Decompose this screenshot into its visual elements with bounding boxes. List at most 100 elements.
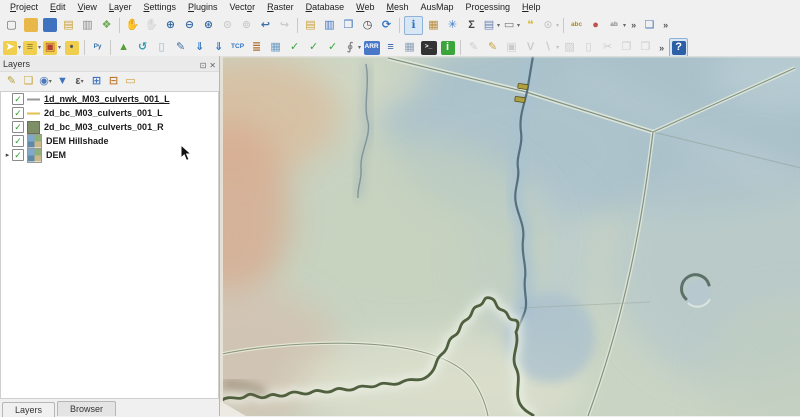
- check-mesh-button[interactable]: ✓: [324, 39, 341, 56]
- zoom-out-button[interactable]: ⊖: [181, 17, 198, 34]
- layer-visibility-checkbox[interactable]: ✓: [12, 149, 24, 161]
- tuflow-utilities-button[interactable]: ≡: [382, 39, 399, 56]
- zoom-to-feature-button[interactable]: ⊙▾: [541, 17, 559, 34]
- layer-row-2d_bc_M03_culverts_001_L[interactable]: ✓ 2d_bc_M03_culverts_001_L: [1, 106, 218, 120]
- manage-map-themes-button[interactable]: ◉▾: [37, 74, 54, 90]
- expand-arrow-icon[interactable]: ▸: [3, 151, 12, 159]
- help-button[interactable]: ?: [669, 38, 688, 57]
- cut-features-button[interactable]: ✂: [599, 39, 616, 56]
- dropdown-arrow-icon[interactable]: ▾: [623, 22, 626, 29]
- toolbar-overflow-button[interactable]: »: [631, 20, 636, 30]
- layer-row-DEM[interactable]: ▸✓ DEM: [1, 148, 218, 162]
- layer-label[interactable]: 2d_bc_M03_culverts_001_R: [44, 122, 164, 132]
- add-group-button[interactable]: ❏: [20, 74, 37, 90]
- dropdown-arrow-icon[interactable]: ▾: [358, 44, 361, 51]
- open-attribute-table-button[interactable]: ▤▾: [482, 17, 500, 34]
- import-empty-files-button[interactable]: ⇓: [191, 39, 208, 56]
- python-console-button[interactable]: Py: [89, 39, 106, 56]
- dropdown-arrow-icon[interactable]: ▾: [49, 79, 52, 85]
- layer-label[interactable]: 2d_bc_M03_culverts_001_L: [44, 108, 163, 118]
- layer-visibility-checkbox[interactable]: ✓: [12, 135, 24, 147]
- vertex-tool-active-layer-button[interactable]: V: [522, 39, 539, 56]
- menu-layer[interactable]: Layer: [103, 1, 138, 13]
- add-layer-button[interactable]: ❏: [641, 17, 658, 34]
- processing-toolbox-button[interactable]: ✳: [444, 17, 461, 34]
- style-manager-button[interactable]: ❖: [98, 17, 115, 34]
- tuflow-refresh-button[interactable]: ↺: [134, 39, 151, 56]
- layer-label[interactable]: 1d_nwk_M03_culverts_001_L: [44, 94, 170, 104]
- panel-float-button[interactable]: ⊡: [200, 61, 207, 70]
- statistical-summary-button[interactable]: Σ: [463, 17, 480, 34]
- select-features-button[interactable]: ➤▾: [3, 39, 21, 56]
- panel-close-button[interactable]: ✕: [209, 61, 216, 70]
- layer-row-1d_nwk_M03_culverts_001_L[interactable]: ✓ 1d_nwk_M03_culverts_001_L: [1, 92, 218, 106]
- tuflow-editor-button[interactable]: ✎: [172, 39, 189, 56]
- expand-all-button[interactable]: ⊞: [88, 74, 105, 90]
- dropdown-arrow-icon[interactable]: ▾: [517, 22, 520, 29]
- menu-vector[interactable]: Vector: [224, 1, 262, 13]
- attachment-button[interactable]: ∮▾: [343, 39, 361, 56]
- toolbar-overflow-button[interactable]: »: [659, 43, 664, 53]
- new-print-layout-button[interactable]: ▤: [60, 17, 77, 34]
- zoom-full-extent-button[interactable]: ⊛: [200, 17, 217, 34]
- menu-database[interactable]: Database: [300, 1, 351, 13]
- vertex-tool-button[interactable]: ∖▾: [541, 39, 559, 56]
- layer-label[interactable]: DEM: [46, 150, 66, 160]
- layer-visibility-checkbox[interactable]: ✓: [12, 121, 24, 133]
- dropdown-arrow-icon[interactable]: ▾: [497, 22, 500, 29]
- insert-tuflow-attributes-button[interactable]: ⇓: [210, 39, 227, 56]
- new-project-button[interactable]: ▢: [3, 17, 20, 34]
- menu-settings[interactable]: Settings: [137, 1, 182, 13]
- raster-image-button[interactable]: ▦: [267, 39, 284, 56]
- temporal-controller-button[interactable]: ◷: [359, 17, 376, 34]
- layer-labeling-button[interactable]: abc: [568, 17, 585, 34]
- remove-layer-button[interactable]: ▭: [122, 74, 139, 90]
- select-by-value-button[interactable]: ≡▾: [23, 39, 41, 56]
- menu-raster[interactable]: Raster: [261, 1, 300, 13]
- identify-features-button[interactable]: ℹ: [404, 16, 423, 35]
- tab-browser[interactable]: Browser: [57, 401, 116, 416]
- dropdown-arrow-icon[interactable]: ▾: [81, 79, 84, 85]
- layer-visibility-checkbox[interactable]: ✓: [12, 93, 24, 105]
- tuflow-increment-button[interactable]: ▲: [115, 39, 132, 56]
- menu-edit[interactable]: Edit: [44, 1, 72, 13]
- toggle-editing-button[interactable]: ✎: [484, 39, 501, 56]
- tab-layers[interactable]: Layers: [2, 402, 55, 417]
- grid-tools-button[interactable]: ▦: [401, 39, 418, 56]
- zoom-next-button[interactable]: ↪: [276, 17, 293, 34]
- save-project-button[interactable]: [41, 17, 58, 34]
- label-options-button[interactable]: ab▾: [606, 17, 626, 34]
- measure-button[interactable]: ▭▾: [502, 17, 520, 34]
- dropdown-arrow-icon[interactable]: ▾: [556, 22, 559, 29]
- show-spatial-bookmarks-button[interactable]: ▥: [321, 17, 338, 34]
- arr-to-tuflow-button[interactable]: ARR: [363, 39, 380, 56]
- layer-tree[interactable]: ✓ 1d_nwk_M03_culverts_001_L ✓ 2d_bc_M03_cul…: [0, 91, 219, 399]
- dropdown-arrow-icon[interactable]: ▾: [556, 44, 559, 51]
- tuflow-clear-button[interactable]: ▯: [153, 39, 170, 56]
- zoom-to-layer-button[interactable]: ⊚: [238, 17, 255, 34]
- new-spatial-bookmark-button[interactable]: ▤: [302, 17, 319, 34]
- dropdown-arrow-icon[interactable]: ▾: [58, 44, 61, 51]
- check-2d-button[interactable]: ✓: [305, 39, 322, 56]
- menu-ausmap[interactable]: AusMap: [414, 1, 459, 13]
- open-layer-styling-button[interactable]: ✎: [3, 74, 20, 90]
- modify-attributes-button[interactable]: ▨: [561, 39, 578, 56]
- show-layout-manager-button[interactable]: ▥: [79, 17, 96, 34]
- stability-styling-button[interactable]: ≣: [248, 39, 265, 56]
- copy-features-button[interactable]: ❐: [618, 39, 635, 56]
- tcp-viewer-button[interactable]: TCP: [229, 39, 246, 56]
- layer-row-2d_bc_M03_culverts_001_R[interactable]: ✓ 2d_bc_M03_culverts_001_R: [1, 120, 218, 134]
- filter-legend-button[interactable]: ▼: [54, 74, 71, 90]
- menu-processing[interactable]: Processing: [460, 1, 517, 13]
- check-1d-button[interactable]: ✓: [286, 39, 303, 56]
- field-calculator-button[interactable]: ▦: [425, 17, 442, 34]
- select-by-location-button[interactable]: •: [63, 39, 80, 56]
- pan-map-button[interactable]: ✋: [124, 17, 141, 34]
- tuflow-console-button[interactable]: >_: [420, 39, 437, 56]
- layer-label[interactable]: DEM Hillshade: [46, 136, 109, 146]
- layer-visibility-checkbox[interactable]: ✓: [12, 107, 24, 119]
- menu-project[interactable]: Project: [4, 1, 44, 13]
- zoom-last-button[interactable]: ↩: [257, 17, 274, 34]
- dropdown-arrow-icon[interactable]: ▾: [18, 44, 21, 51]
- menu-web[interactable]: Web: [350, 1, 380, 13]
